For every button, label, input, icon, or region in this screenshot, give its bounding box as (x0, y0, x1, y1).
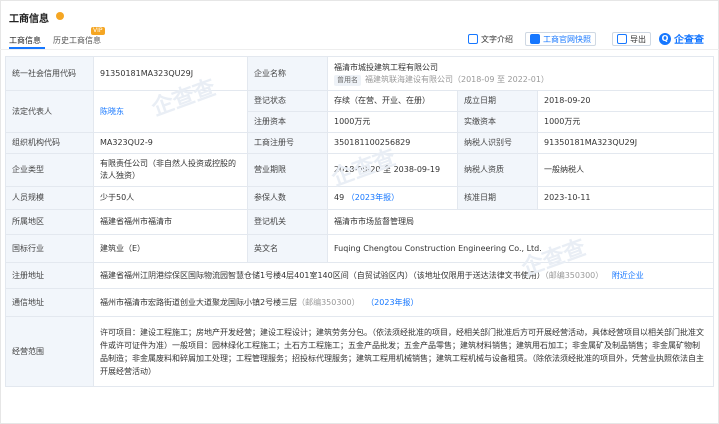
approval-date-label: 核准日期 (457, 186, 538, 210)
taxpayer-id-value: 91350181MA323QU29J (536, 132, 715, 154)
authority-label: 登记机关 (247, 209, 328, 235)
authority-value: 福清市市场监督管理局 (326, 209, 715, 235)
region-value: 福建省福州市福清市 (93, 209, 248, 235)
table-row: 人员规模 少于50人 参保人数 49 （2023年报） 核准日期 2023-10… (5, 186, 715, 210)
staff-size-label: 人员规模 (5, 186, 94, 210)
page-title: 工商信息 (9, 14, 49, 25)
established-value: 2018-09-20 (536, 90, 715, 112)
reg-postcode: （邮编350300） (544, 270, 604, 280)
export-button[interactable]: 导出 (612, 32, 651, 46)
org-code-label: 组织机构代码 (5, 132, 94, 154)
staff-size-value: 少于50人 (93, 186, 248, 210)
taxpayer-qual-value: 一般纳税人 (536, 153, 715, 187)
reg-no-label: 工商注册号 (247, 132, 328, 154)
header-divider (0, 49, 719, 50)
org-code-value: MA323QU2-9 (93, 132, 248, 154)
tab-history-business-info[interactable]: 历史工商信息 (53, 35, 101, 46)
english-name-label: 英文名 (247, 234, 328, 263)
text-intro-label: 文字介绍 (481, 34, 513, 44)
scope-label: 经营范围 (5, 316, 94, 387)
legal-rep-label: 法定代表人 (5, 90, 94, 133)
snapshot-label: 工商官网快照 (543, 34, 591, 44)
status-label: 登记状态 (247, 90, 328, 112)
company-type-label: 企业类型 (5, 153, 94, 187)
reg-capital-label: 注册资本 (247, 111, 328, 133)
term-value: 2018-09-20 至 2038-09-19 (327, 153, 458, 187)
tab-business-info[interactable]: 工商信息 (9, 35, 41, 46)
vip-badge: VIP (91, 27, 105, 35)
table-row: 注册地址 福建省福州江阴港综保区国际物流园智慧仓储1号楼4层401室140区间（… (5, 262, 715, 289)
insured-cell: 49 （2023年报） (327, 186, 458, 210)
company-name-value: 福清市城投建筑工程有限公司 (334, 62, 438, 72)
legal-rep-link[interactable]: 陈晓东 (93, 90, 248, 133)
taxpayer-qual-label: 纳税人资质 (457, 153, 538, 187)
mail-address-value: 福州市福清市宏路街道创业大道聚龙国际小镇2号楼三层 (100, 297, 298, 307)
insured-report-link[interactable]: （2023年报） (347, 193, 399, 202)
credit-code-label: 统一社会信用代码 (5, 56, 94, 91)
credit-code-value: 91350181MA323QU29J (93, 56, 248, 91)
term-label: 营业期限 (247, 153, 328, 187)
table-row: 统一社会信用代码 91350181MA323QU29J 企业名称 福清市城投建筑… (5, 56, 715, 91)
established-label: 成立日期 (457, 90, 538, 112)
region-label: 所属地区 (5, 209, 94, 235)
insured-value: 49 (334, 193, 345, 202)
scope-value: 许可项目：建设工程施工；房地产开发经营；建设工程设计；建筑劳务分包。（依法须经批… (92, 316, 715, 387)
industry-value: 建筑业（E） (93, 234, 248, 263)
snapshot-icon (530, 34, 540, 44)
company-type-value: 有限责任公司（非自然人投资或控股的法人独资） (93, 153, 248, 187)
reg-address-label: 注册地址 (5, 262, 94, 289)
table-row: 通信地址 福州市福清市宏路街道创业大道聚龙国际小镇2号楼三层（邮编350300）… (5, 288, 715, 317)
former-name-tag: 曾用名 (334, 74, 361, 86)
info-dot-icon (56, 12, 64, 20)
business-info-table: 统一社会信用代码 91350181MA323QU29J 企业名称 福清市城投建筑… (5, 56, 715, 387)
text-intro-icon (468, 34, 478, 44)
reg-capital-value: 1000万元 (327, 111, 458, 133)
table-row: 法定代表人 陈晓东 登记状态 存续（在营、开业、在册） 成立日期 2018-09… (5, 90, 715, 133)
former-name-value: 福建筑联海建设有限公司（2018-09 至 2022-01） (365, 74, 549, 84)
mail-postcode: （邮编350300） (297, 297, 360, 307)
qichacha-logo: Q 企查查 (659, 31, 704, 46)
company-name-cell: 福清市城投建筑工程有限公司 曾用名 福建筑联海建设有限公司（2018-09 至 2… (326, 56, 715, 91)
industry-label: 国标行业 (5, 234, 94, 263)
reg-no-value: 350181100256829 (327, 132, 458, 154)
table-row: 组织机构代码 MA323QU2-9 工商注册号 350181100256829 … (5, 132, 715, 154)
export-icon (617, 34, 627, 44)
paid-capital-value: 1000万元 (536, 111, 715, 133)
approval-date-value: 2023-10-11 (536, 186, 715, 210)
nearby-companies-link[interactable]: 附近企业 (612, 271, 644, 280)
table-row: 企业类型 有限责任公司（非自然人投资或控股的法人独资） 营业期限 2018-09… (5, 153, 715, 187)
status-value: 存续（在营、开业、在册） (327, 90, 458, 112)
snapshot-button[interactable]: 工商官网快照 (525, 32, 596, 46)
reg-address-value: 福建省福州江阴港综保区国际物流园智慧仓储1号楼4层401室140区间（自贸试验区… (100, 270, 545, 280)
table-row: 国标行业 建筑业（E） 英文名 Fuqing Chengtou Construc… (5, 234, 715, 263)
tab-history-label: 历史工商信息 (53, 36, 101, 45)
logo-mark-icon: Q (659, 32, 671, 45)
table-row: 所属地区 福建省福州市福清市 登记机关 福清市市场监督管理局 (5, 209, 715, 235)
insured-label: 参保人数 (247, 186, 328, 210)
mail-address-cell: 福州市福清市宏路街道创业大道聚龙国际小镇2号楼三层（邮编350300） （202… (92, 288, 715, 317)
mail-report-link[interactable]: （2023年报） (366, 298, 418, 307)
table-row: 经营范围 许可项目：建设工程施工；房地产开发经营；建设工程设计；建筑劳务分包。（… (5, 316, 715, 387)
logo-text: 企查查 (674, 35, 704, 46)
company-name-label: 企业名称 (247, 56, 328, 91)
mail-address-label: 通信地址 (5, 288, 94, 317)
reg-address-cell: 福建省福州江阴港综保区国际物流园智慧仓储1号楼4层401室140区间（自贸试验区… (92, 262, 715, 289)
paid-capital-label: 实缴资本 (457, 111, 538, 133)
export-label: 导出 (630, 34, 646, 44)
text-intro-button[interactable]: 文字介绍 (468, 32, 513, 46)
taxpayer-id-label: 纳税人识别号 (457, 132, 538, 154)
english-name-value: Fuqing Chengtou Construction Engineering… (326, 234, 715, 263)
